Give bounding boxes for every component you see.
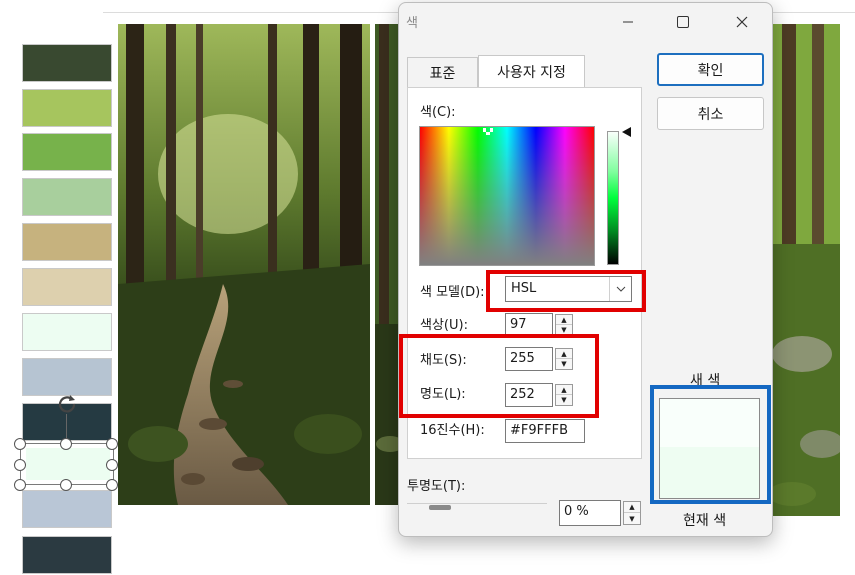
spin-down-icon[interactable]: ▼ <box>556 325 572 335</box>
spin-up-icon[interactable]: ▲ <box>556 349 572 359</box>
ok-button[interactable]: 확인 <box>657 53 764 86</box>
color-model-label: 색 모델(D): <box>420 285 485 300</box>
color-swatch[interactable] <box>22 89 112 127</box>
color-swatch[interactable] <box>22 536 112 574</box>
luminance-input[interactable]: 252 <box>505 383 553 407</box>
color-model-select[interactable]: HSL <box>505 276 632 302</box>
luminance-spinner[interactable]: ▲ ▼ <box>555 384 573 406</box>
color-swatch[interactable] <box>22 44 112 82</box>
resize-handle-tl[interactable] <box>14 438 26 450</box>
color-swatch[interactable] <box>22 223 112 261</box>
luminance-pointer-icon[interactable] <box>622 126 631 141</box>
transparency-input[interactable]: 0 % <box>559 500 621 526</box>
transparency-spinner[interactable]: ▲ ▼ <box>623 501 641 525</box>
transparency-label: 투명도(T): <box>407 479 466 494</box>
hex-label: 16진수(H): <box>420 423 485 438</box>
saturation-spinner[interactable]: ▲ ▼ <box>555 348 573 370</box>
tab-standard[interactable]: 표준 <box>407 57 478 87</box>
forest-stream-photo[interactable] <box>118 24 370 505</box>
resize-handle-br[interactable] <box>106 479 118 491</box>
rotate-icon[interactable] <box>55 392 79 416</box>
luminance-label: 명도(L): <box>420 387 466 402</box>
color-swatch[interactable] <box>22 133 112 171</box>
transparency-track[interactable] <box>407 503 547 504</box>
dialog-title: 색 <box>406 16 418 31</box>
close-icon[interactable] <box>728 9 756 35</box>
cancel-button[interactable]: 취소 <box>657 97 764 130</box>
spin-down-icon[interactable]: ▼ <box>556 395 572 405</box>
hex-input[interactable]: #F9FFFB <box>505 419 585 443</box>
color-swatch[interactable] <box>22 358 112 396</box>
hue-spinner[interactable]: ▲ ▼ <box>555 314 573 336</box>
current-color-label: 현재 색 <box>683 513 727 529</box>
transparency-thumb[interactable] <box>429 505 451 510</box>
resize-handle-b[interactable] <box>60 479 72 491</box>
minimize-icon[interactable] <box>614 9 642 35</box>
color-model-value: HSL <box>511 281 537 296</box>
resize-handle-l[interactable] <box>14 459 26 471</box>
hue-input[interactable]: 97 <box>505 313 553 337</box>
maximize-icon[interactable] <box>669 9 697 35</box>
color-swatch[interactable] <box>22 178 112 216</box>
spin-down-icon[interactable]: ▼ <box>556 359 572 369</box>
spin-up-icon[interactable]: ▲ <box>624 502 640 513</box>
luminance-slider[interactable] <box>607 131 619 265</box>
resize-handle-tr[interactable] <box>106 438 118 450</box>
mossy-forest-photo[interactable] <box>772 24 840 516</box>
color-swatch[interactable] <box>22 490 112 528</box>
color-swatch[interactable] <box>22 313 112 351</box>
highlight-new-color <box>650 385 771 504</box>
spin-up-icon[interactable]: ▲ <box>556 385 572 395</box>
saturation-label: 채도(S): <box>420 353 467 368</box>
color-swatch[interactable] <box>22 268 112 306</box>
tab-custom[interactable]: 사용자 지정 <box>478 55 585 88</box>
color-label: 색(C): <box>420 105 456 120</box>
color-spectrum[interactable] <box>419 126 595 266</box>
spin-up-icon[interactable]: ▲ <box>556 315 572 325</box>
spin-down-icon[interactable]: ▼ <box>624 513 640 524</box>
resize-handle-bl[interactable] <box>14 479 26 491</box>
spectrum-crosshair[interactable] <box>483 124 493 135</box>
hue-label: 색상(U): <box>420 318 468 333</box>
resize-handle-r[interactable] <box>106 459 118 471</box>
chevron-down-icon[interactable] <box>609 277 631 301</box>
saturation-input[interactable]: 255 <box>505 347 553 371</box>
resize-handle-t[interactable] <box>60 438 72 450</box>
